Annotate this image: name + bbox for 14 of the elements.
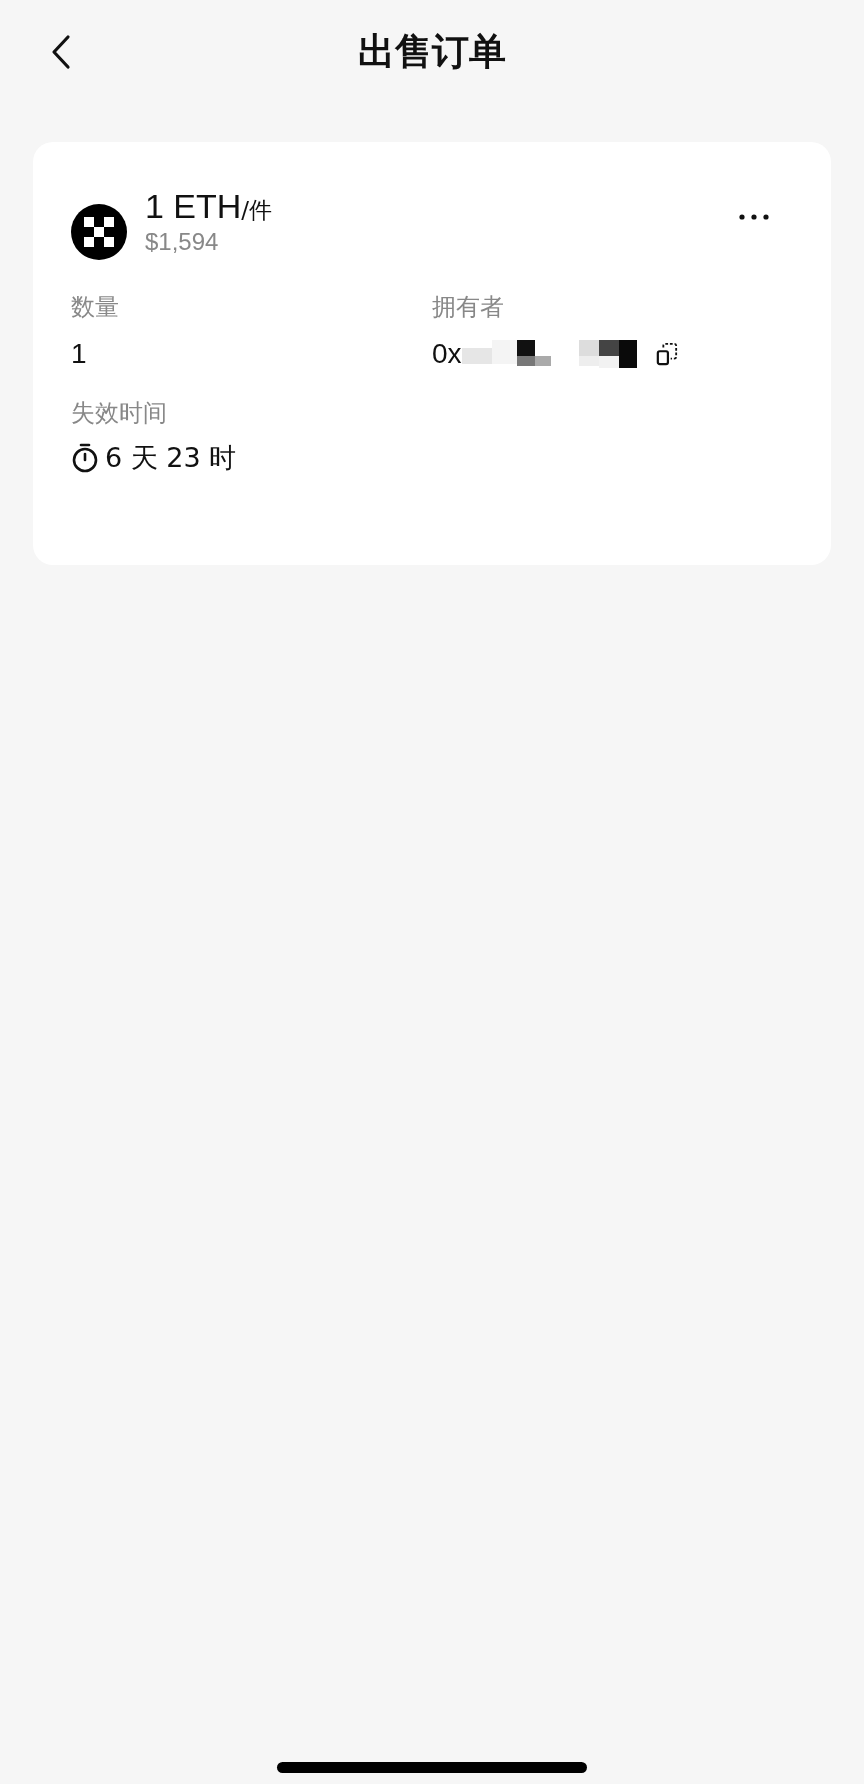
token-logo-icon bbox=[71, 204, 127, 260]
expiry-time: 6 天 23 时 bbox=[105, 441, 237, 475]
fiat-price: $1,594 bbox=[145, 227, 220, 257]
more-icon[interactable] bbox=[739, 214, 769, 220]
quantity-value: 1 bbox=[71, 337, 87, 371]
copy-icon[interactable] bbox=[655, 342, 678, 366]
owner-address: 0x bbox=[432, 337, 462, 371]
page-title: 出售订单 bbox=[358, 29, 506, 76]
field-label: 数量 bbox=[71, 292, 120, 323]
field-label: 拥有者 bbox=[432, 292, 505, 323]
timer-icon bbox=[71, 443, 99, 473]
field-label: 失效时间 bbox=[71, 398, 168, 429]
price-unit: /件 bbox=[241, 197, 273, 225]
price: 1 ETH bbox=[145, 186, 242, 226]
